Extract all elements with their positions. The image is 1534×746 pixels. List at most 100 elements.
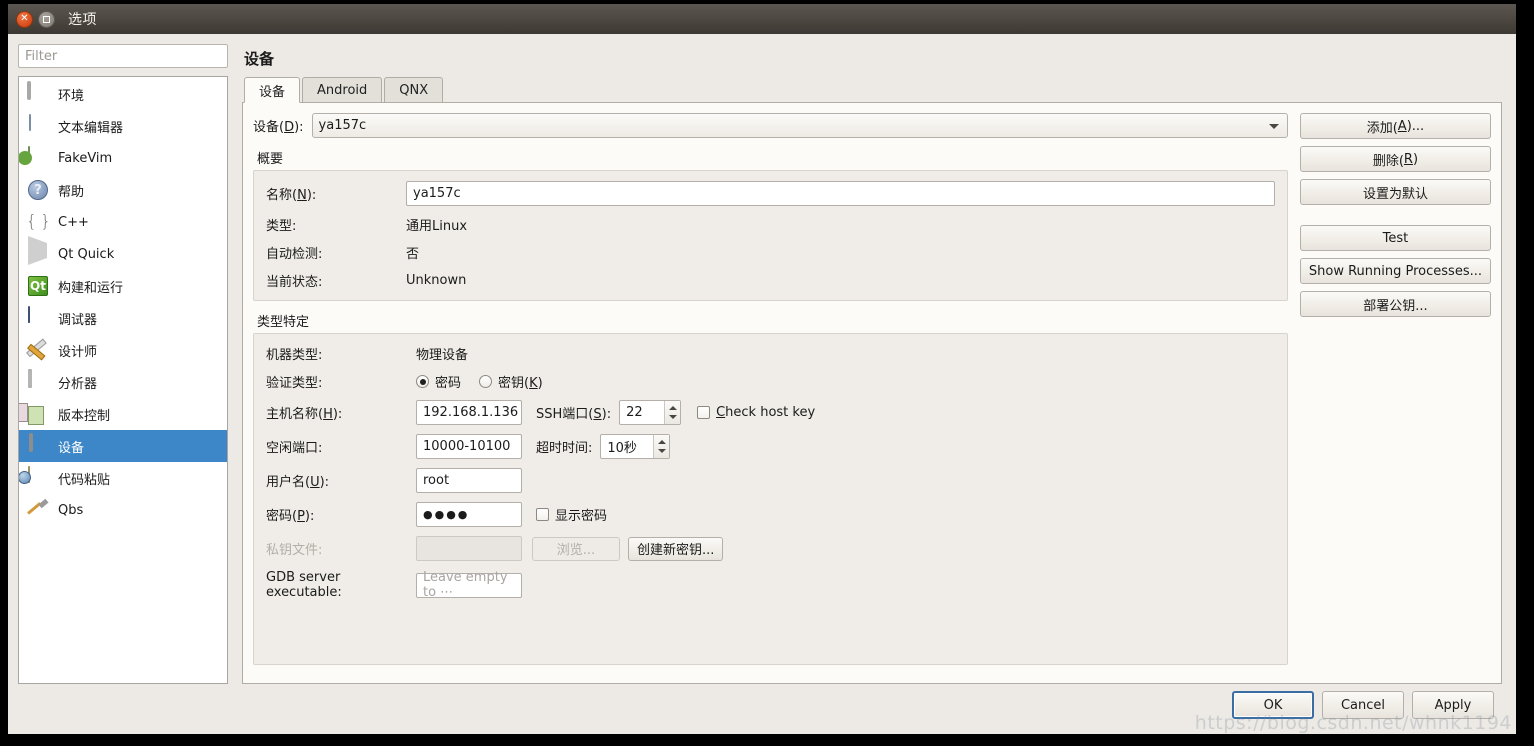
radio-unselected-icon: [479, 375, 493, 388]
deploy-public-key-button[interactable]: 部署公钥...: [1299, 291, 1491, 317]
summary-group: 概要 名称(N): ya157c 类型: 通用Linux 自动检测: 否 当前状…: [253, 148, 1288, 301]
apply-button[interactable]: Apply: [1412, 691, 1494, 719]
username-input[interactable]: root: [416, 468, 522, 493]
sidebar-item-qbs[interactable]: Qbs: [19, 494, 227, 526]
sidebar-item-version-control[interactable]: 版本控制: [19, 398, 227, 430]
username-label: 用户名(U):: [266, 475, 330, 490]
sidebar-item-qtquick[interactable]: Qt Quick: [19, 236, 227, 270]
remove-device-button[interactable]: 删除(R): [1299, 146, 1491, 172]
sidebar-item-label: Qbs: [58, 502, 84, 518]
sidebar-item-build-and-run[interactable]: Qt 构建和运行: [19, 270, 227, 302]
test-button[interactable]: Test: [1299, 225, 1491, 251]
timeout-spinbox[interactable]: 10秒: [600, 434, 671, 459]
host-input[interactable]: 192.168.1.136: [416, 400, 522, 425]
gdb-server-input[interactable]: Leave empty to ⋯: [416, 570, 522, 600]
create-new-key-button[interactable]: 创建新密钥...: [628, 536, 724, 561]
tab-android[interactable]: Android: [302, 77, 383, 102]
host-row: 主机名称(H): 192.168.1.136 SSH端口(S): 22 Chec…: [266, 400, 1275, 425]
auth-key-label: 密钥(K): [498, 376, 543, 391]
filter-input[interactable]: Filter: [18, 44, 228, 68]
summary-name-row: 名称(N): ya157c: [266, 181, 1275, 206]
sidebar-item-label: 设计师: [58, 344, 98, 360]
sidebar-item-text-editor[interactable]: 文本编辑器: [19, 110, 227, 142]
sidebar-item-help[interactable]: ? 帮助: [19, 174, 227, 206]
designer-icon: [27, 339, 49, 361]
type-label: 类型:: [266, 219, 297, 234]
ssh-port-label: SSH端口(S):: [536, 407, 612, 422]
sidebar-item-label: 设备: [58, 440, 85, 456]
cancel-button[interactable]: Cancel: [1322, 691, 1404, 719]
close-icon[interactable]: ✕: [16, 10, 33, 28]
ok-button[interactable]: OK: [1232, 691, 1314, 719]
username-row: 用户名(U): root: [266, 468, 1275, 493]
spinner-arrows-icon[interactable]: [664, 401, 681, 424]
check-host-key-checkbox[interactable]: Check host key: [697, 405, 815, 420]
sidebar-item-designer[interactable]: 设计师: [19, 334, 227, 366]
radio-selected-icon: [416, 375, 429, 388]
private-key-label: 私钥文件:: [266, 543, 323, 558]
braces-icon: { }: [25, 212, 51, 232]
dialog-button-bar: OK Cancel Apply https://blog.csdn.net/wh…: [8, 684, 1516, 734]
free-ports-input[interactable]: 10000-10100: [416, 434, 522, 459]
auth-type-row: 验证类型: 密码 密钥(K): [266, 372, 1275, 391]
sidebar-item-code-pasting[interactable]: 代码粘贴: [19, 462, 227, 494]
free-ports-label: 空闲端口:: [266, 441, 323, 456]
sidebar-item-debugger[interactable]: 调试器: [19, 302, 227, 334]
set-as-default-button[interactable]: 设置为默认: [1299, 179, 1491, 205]
current-state-value: Unknown: [406, 273, 467, 288]
window-title: 选项: [68, 12, 97, 28]
sidebar-item-label: 文本编辑器: [58, 120, 124, 136]
summary-group-title: 概要: [257, 152, 284, 167]
build-run-icon: Qt: [27, 275, 49, 297]
content-pane: 设备 设备 Android QNX 设备(D): ya157c 概要 名称(N)…: [228, 44, 1502, 684]
debugger-bug-icon: [27, 306, 49, 329]
current-state-label: 当前状态:: [266, 275, 323, 290]
sidebar-item-label: 代码粘贴: [58, 472, 111, 488]
machine-type-row: 机器类型: 物理设备: [266, 344, 1275, 363]
auth-key-radio[interactable]: 密钥(K): [479, 372, 543, 391]
show-running-processes-button[interactable]: Show Running Processes...: [1299, 258, 1491, 284]
sidebar-item-environment[interactable]: 环境: [19, 78, 227, 110]
category-list[interactable]: 环境 文本编辑器 FakeVim ? 帮助 { } C++ Qt Quick Q…: [18, 76, 228, 684]
private-key-input: [416, 536, 522, 561]
sidebar-item-label: 分析器: [58, 376, 98, 392]
title-bar: ✕ 选项: [8, 4, 1516, 34]
spinner-arrows-icon[interactable]: [653, 435, 670, 458]
autodetect-value: 否: [406, 247, 420, 262]
sidebar-item-cpp[interactable]: { } C++: [19, 206, 227, 238]
device-select-label: 设备(D):: [253, 120, 304, 135]
checkbox-unchecked-icon: [697, 406, 711, 419]
add-device-button[interactable]: 添加(A)...: [1299, 113, 1491, 139]
device-select-value: ya157c: [318, 118, 367, 133]
type-specific-group-title: 类型特定: [257, 315, 310, 330]
chevron-down-icon: [1268, 123, 1279, 129]
options-dialog-window: ✕ 选项 Filter 环境 文本编辑器 FakeVim ? 帮助 {} C+…: [8, 4, 1516, 734]
ssh-port-spinbox[interactable]: 22: [619, 400, 682, 425]
sidebar-item-analyzer[interactable]: 分析器: [19, 366, 227, 398]
show-password-label: 显示密码: [555, 509, 608, 524]
host-label: 主机名称(H):: [266, 407, 343, 422]
sidebar-item-label: FakeVim: [58, 150, 113, 166]
sidebar-item-fakevim[interactable]: FakeVim: [19, 142, 227, 174]
sidebar-item-label: 环境: [58, 88, 85, 104]
check-host-key-label: Check host key: [716, 405, 816, 420]
show-password-checkbox[interactable]: 显示密码: [536, 505, 607, 524]
device-select[interactable]: ya157c: [311, 113, 1288, 138]
tab-devices[interactable]: 设备: [244, 77, 301, 103]
sidebar-item-label: 版本控制: [58, 408, 111, 424]
auth-password-radio[interactable]: 密码: [416, 372, 461, 391]
maximize-icon[interactable]: [38, 10, 55, 28]
type-value: 通用Linux: [406, 219, 468, 234]
type-specific-group-frame: 机器类型: 物理设备 验证类型: 密码 密钥(K) 主机名称(H): 192.1…: [253, 333, 1288, 665]
autodetect-label: 自动检测:: [266, 247, 323, 262]
device-select-row: 设备(D): ya157c: [253, 113, 1288, 138]
page-title: 设备: [244, 50, 275, 68]
name-input[interactable]: ya157c: [406, 181, 1275, 206]
machine-type-label: 机器类型:: [266, 348, 323, 363]
button-group-separator: [1300, 212, 1491, 218]
tab-qnx[interactable]: QNX: [384, 77, 444, 102]
password-row: 密码(P): ●●●● 显示密码: [266, 502, 1275, 527]
gdb-server-row: GDB server executable: Leave empty to ⋯: [266, 570, 1275, 600]
password-input[interactable]: ●●●●: [416, 502, 522, 527]
sidebar-item-devices[interactable]: 设备: [19, 430, 227, 462]
